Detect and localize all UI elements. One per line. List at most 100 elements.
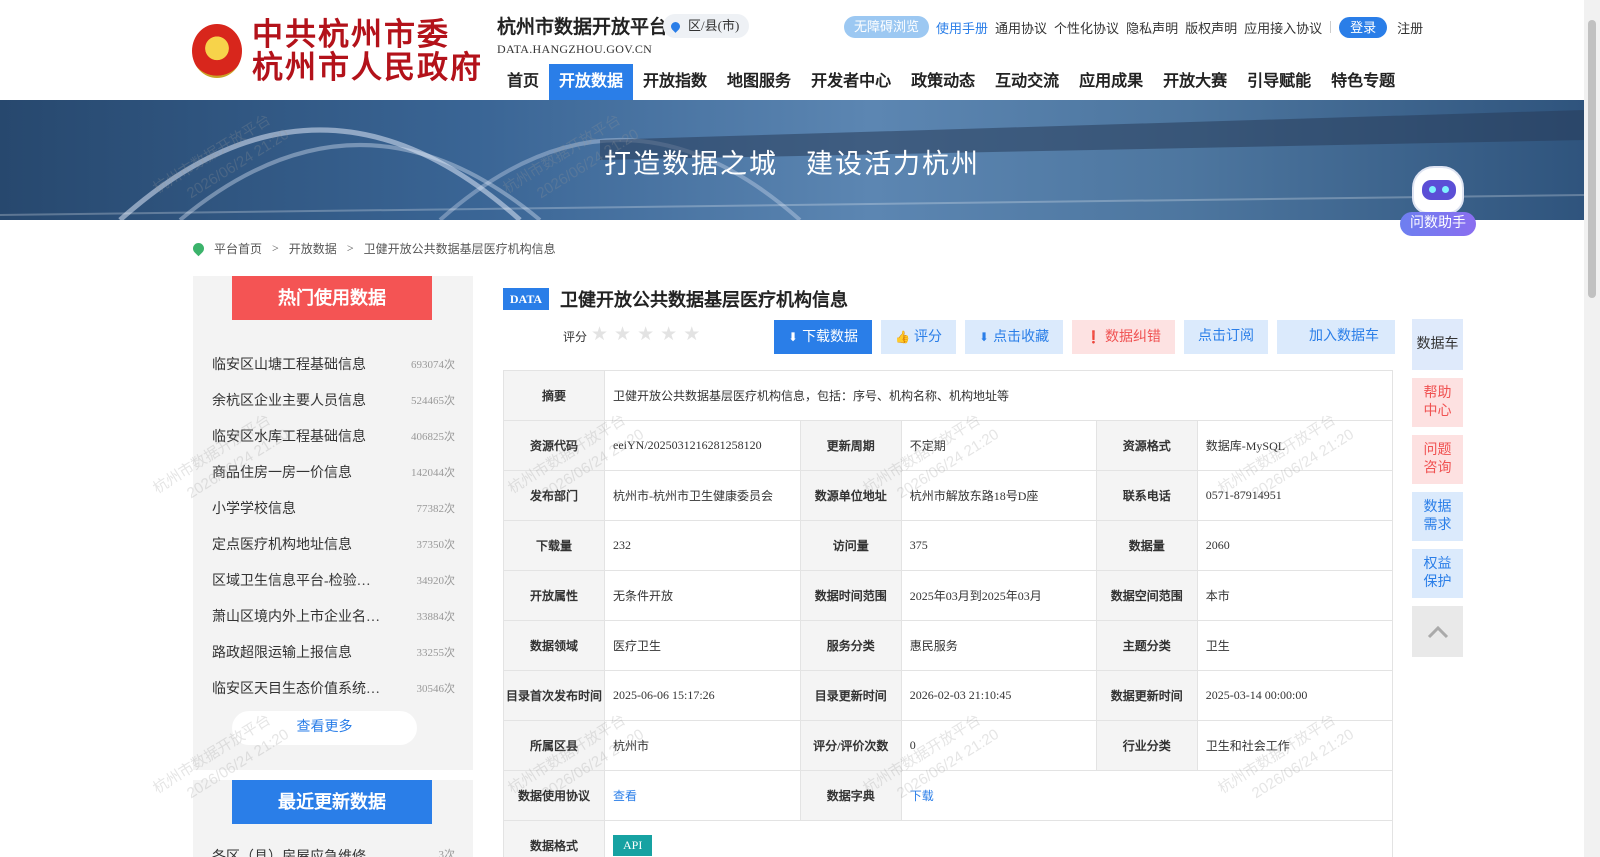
action-bar: ⬇ 下载数据 👍 评分 ⬇ 点击收藏 ❗ 数据纠错 点击订阅 加入数据车 bbox=[774, 320, 1404, 354]
nav-applications[interactable]: 应用成果 bbox=[1069, 64, 1153, 100]
nav-special[interactable]: 特色专题 bbox=[1321, 64, 1405, 100]
star-icon[interactable]: ★ bbox=[660, 324, 677, 346]
breadcrumb-open-data[interactable]: 开放数据 bbox=[289, 240, 337, 257]
nav-home[interactable]: 首页 bbox=[497, 64, 549, 100]
nav-interaction[interactable]: 互动交流 bbox=[985, 64, 1069, 100]
subscribe-button[interactable]: 点击订阅 bbox=[1184, 320, 1269, 354]
personal-agreement-link[interactable]: 个性化协议 bbox=[1054, 18, 1119, 37]
robot-icon bbox=[1412, 166, 1464, 214]
scrollbar-thumb[interactable] bbox=[1588, 20, 1596, 298]
thumbs-up-icon: 👍 bbox=[895, 330, 911, 344]
data-tag: DATA bbox=[503, 288, 549, 310]
field-value: 杭州市-杭州市卫生健康委员会 bbox=[604, 470, 801, 521]
app-access-link[interactable]: 应用接入协议 bbox=[1244, 18, 1322, 37]
main-nav: 首页 开放数据 开放指数 地图服务 开发者中心 政策动态 互动交流 应用成果 开… bbox=[497, 64, 1405, 100]
list-item[interactable]: 定点医疗机构地址信息 37350次 bbox=[212, 526, 455, 562]
help-center-button[interactable]: 帮助中心 bbox=[1412, 378, 1463, 427]
download-label: 下载数据 bbox=[802, 330, 859, 345]
field-label: 评分/评价次数 bbox=[799, 720, 902, 771]
star-rating[interactable]: ★ ★ ★ ★ ★ bbox=[591, 324, 706, 346]
list-item[interactable]: 临安区水库工程基础信息 406825次 bbox=[212, 418, 455, 454]
item-count: 33884次 bbox=[416, 611, 456, 623]
list-item[interactable]: 路政超限运输上报信息 33255次 bbox=[212, 634, 455, 670]
login-button[interactable]: 登录 bbox=[1339, 16, 1388, 38]
float-toolbar: 数据车 帮助中心 问题咨询 数据需求 权益保护 bbox=[1412, 319, 1463, 665]
field-label: 资源代码 bbox=[502, 420, 606, 471]
district-label: 区/县(市) bbox=[688, 18, 740, 33]
nav-developer[interactable]: 开发者中心 bbox=[801, 64, 901, 100]
rate-label: 评分 bbox=[914, 330, 943, 345]
data-cart-button[interactable]: 数据车 bbox=[1412, 319, 1463, 370]
add-to-cart-button[interactable]: 加入数据车 bbox=[1277, 320, 1396, 354]
correct-button[interactable]: ❗ 数据纠错 bbox=[1072, 320, 1176, 354]
list-item[interactable]: 商品住房一房一价信息 142044次 bbox=[212, 454, 455, 490]
field-value: 232 bbox=[604, 520, 801, 571]
list-item[interactable]: 各区（县）房屋应急维修… 3次 bbox=[212, 846, 455, 857]
nav-policy[interactable]: 政策动态 bbox=[901, 64, 985, 100]
page-scrollbar[interactable] bbox=[1584, 0, 1600, 857]
general-agreement-link[interactable]: 通用协议 bbox=[995, 18, 1047, 37]
star-icon[interactable]: ★ bbox=[591, 324, 608, 346]
breadcrumb-home[interactable]: 平台首页 bbox=[214, 240, 262, 257]
correct-label: 数据纠错 bbox=[1105, 330, 1162, 345]
api-badge[interactable]: API bbox=[613, 835, 653, 856]
data-demand-button[interactable]: 数据需求 bbox=[1412, 492, 1463, 541]
field-value: 0 bbox=[900, 720, 1097, 771]
data-assistant-button[interactable]: 问数助手 bbox=[1398, 166, 1478, 238]
list-item[interactable]: 余杭区企业主要人员信息 524465次 bbox=[212, 382, 455, 418]
gov-name-line1: 中共杭州市委 bbox=[252, 17, 450, 52]
item-name: 商品住房一房一价信息 bbox=[212, 466, 352, 481]
nav-empower[interactable]: 引导赋能 bbox=[1237, 64, 1321, 100]
table-row: 数据使用协议 查看 数据字典 下载 bbox=[502, 770, 1394, 821]
field-label: 服务分类 bbox=[799, 620, 902, 671]
agreement-view-link[interactable]: 查看 bbox=[604, 770, 801, 821]
list-item[interactable]: 临安区天目生态价值系统… 30546次 bbox=[212, 670, 455, 706]
favorite-button[interactable]: ⬇ 点击收藏 bbox=[965, 320, 1064, 354]
field-label: 数据更新时间 bbox=[1095, 670, 1198, 721]
assistant-label: 问数助手 bbox=[1400, 212, 1476, 236]
list-item[interactable]: 区域卫生信息平台-检验… 34920次 bbox=[212, 562, 455, 598]
download-button[interactable]: ⬇ 下载数据 bbox=[774, 320, 873, 354]
table-row: 数据格式 API bbox=[502, 820, 1393, 857]
dictionary-download-link[interactable]: 下载 bbox=[900, 770, 1394, 821]
nav-open-index[interactable]: 开放指数 bbox=[633, 64, 717, 100]
list-item[interactable]: 临安区山塘工程基础信息 693074次 bbox=[212, 346, 455, 382]
item-count: 77382次 bbox=[416, 503, 456, 515]
field-label: 所属区县 bbox=[502, 720, 606, 771]
accessibility-button[interactable]: 无障碍浏览 bbox=[844, 16, 930, 38]
dataset-title: 卫健开放公共数据基层医疗机构信息 bbox=[560, 290, 848, 310]
list-item[interactable]: 小学学校信息 77382次 bbox=[212, 490, 455, 526]
field-label: 目录更新时间 bbox=[799, 670, 902, 721]
star-icon[interactable]: ★ bbox=[683, 324, 700, 346]
list-item[interactable]: 萧山区境内外上市企业名… 33884次 bbox=[212, 598, 455, 634]
view-more-button[interactable]: 查看更多 bbox=[232, 711, 417, 745]
table-row: 摘要 卫健开放公共数据基层医疗机构信息，包括：序号、机构名称、机构地址等 bbox=[502, 370, 1393, 421]
field-value: 2060 bbox=[1196, 520, 1394, 571]
register-link[interactable]: 注册 bbox=[1397, 18, 1423, 37]
recent-data-title: 最近更新数据 bbox=[232, 780, 432, 824]
location-pin-icon bbox=[669, 20, 682, 33]
nav-contest[interactable]: 开放大赛 bbox=[1153, 64, 1237, 100]
back-to-top-button[interactable] bbox=[1412, 606, 1463, 657]
field-label: 数源单位地址 bbox=[799, 470, 902, 521]
rate-button[interactable]: 👍 评分 bbox=[881, 320, 957, 354]
manual-link[interactable]: 使用手册 bbox=[936, 18, 988, 37]
nav-open-data[interactable]: 开放数据 bbox=[549, 64, 634, 100]
item-name: 小学学校信息 bbox=[212, 502, 296, 517]
gov-logo[interactable]: 中共杭州市委 杭州市人民政府 bbox=[192, 17, 482, 85]
field-label: 开放属性 bbox=[502, 570, 606, 621]
star-icon[interactable]: ★ bbox=[637, 324, 654, 346]
item-name: 区域卫生信息平台-检验… bbox=[212, 574, 371, 589]
table-row: 开放属性 无条件开放 数据时间范围 2025年03月到2025年03月 数据空间范围… bbox=[502, 570, 1394, 621]
copyright-link[interactable]: 版权声明 bbox=[1185, 18, 1237, 37]
site-title[interactable]: 杭州市数据开放平台 bbox=[497, 12, 668, 39]
question-consult-button[interactable]: 问题咨询 bbox=[1412, 435, 1463, 484]
star-icon[interactable]: ★ bbox=[614, 324, 631, 346]
district-selector[interactable]: 区/县(市) bbox=[663, 14, 750, 38]
table-row: 目录首次发布时间 2025-06-06 15:17:26 目录更新时间 2026-0… bbox=[502, 670, 1394, 721]
nav-map-service[interactable]: 地图服务 bbox=[717, 64, 801, 100]
item-name: 余杭区企业主要人员信息 bbox=[212, 394, 366, 409]
rights-protection-button[interactable]: 权益保护 bbox=[1412, 549, 1463, 598]
privacy-link[interactable]: 隐私声明 bbox=[1126, 18, 1178, 37]
field-value: 杭州市解放东路18号D座 bbox=[900, 470, 1097, 521]
